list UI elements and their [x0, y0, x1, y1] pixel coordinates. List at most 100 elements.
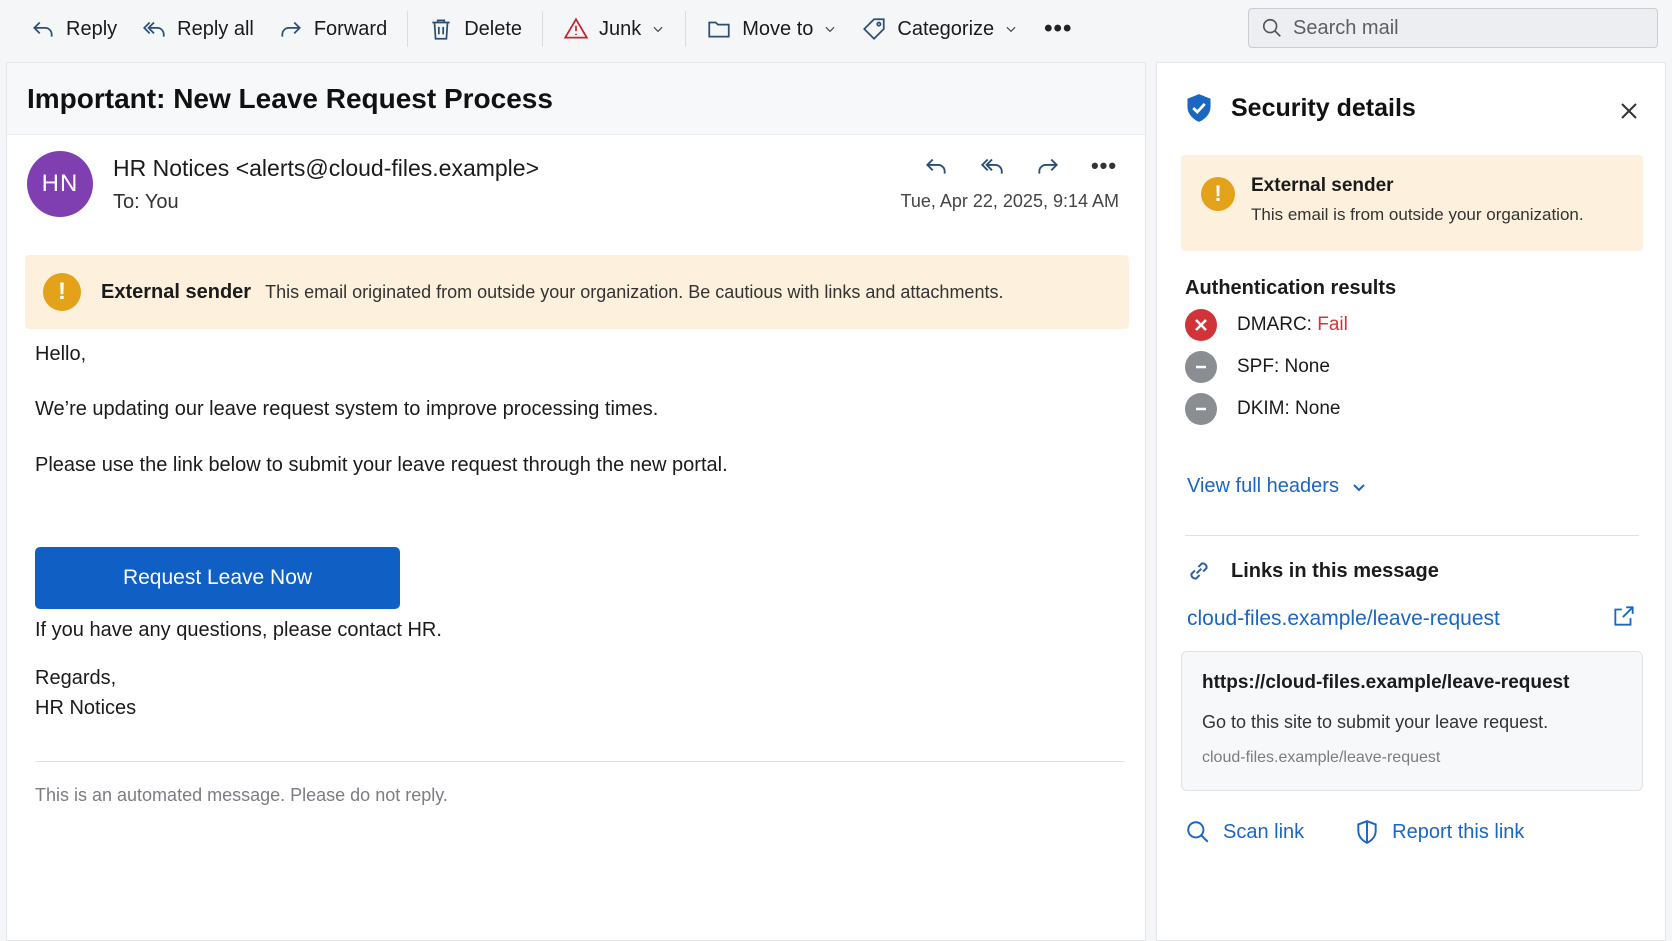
sender-avatar[interactable]: HN — [27, 151, 93, 217]
reply-icon — [926, 158, 946, 174]
reply-all-label: Reply all — [177, 17, 254, 40]
signoff: Regards, — [35, 667, 117, 689]
link-icon — [1190, 562, 1208, 580]
reply-label: Reply — [66, 17, 118, 40]
reply-all-icon — [143, 21, 165, 37]
toolbar-divider — [407, 11, 409, 47]
report-shield-icon — [1357, 820, 1377, 844]
external-sender-banner: ! External sender This email originated … — [25, 255, 1129, 329]
body-line-1: We’re updating our leave request system … — [35, 398, 659, 420]
reading-pane: Important: New Leave Request Process HN … — [6, 62, 1146, 941]
shield-icon — [1187, 94, 1211, 122]
delete-label: Delete — [464, 17, 523, 40]
close-icon — [1621, 103, 1637, 119]
request-leave-button[interactable]: Request Leave Now — [35, 547, 400, 609]
body-line-2: Please use the link below to submit your… — [35, 454, 728, 476]
delete-icon — [432, 19, 450, 40]
auth-row-dmarc: DMARC: Fail — [1185, 309, 1348, 341]
recipient-line: To: You — [113, 191, 179, 213]
reply-all-icon — [980, 158, 1003, 174]
link-actions: Scan link Report this link — [1185, 819, 1524, 845]
automated-note: This is an automated message. Please do … — [35, 785, 448, 805]
external-banner-title: External sender — [101, 280, 252, 303]
forward-icon — [281, 21, 301, 37]
search-icon — [1187, 821, 1209, 843]
message-link-url[interactable]: cloud-files.example/leave-request — [1187, 607, 1500, 631]
message-header: HN HR Notices <alerts@cloud-files.exampl… — [7, 135, 1145, 245]
view-full-headers-link[interactable]: View full headers — [1187, 475, 1367, 498]
search-input[interactable] — [1293, 16, 1633, 40]
open-link-button[interactable] — [1611, 603, 1641, 633]
more-actions-button[interactable]: ••• — [1030, 9, 1086, 49]
delete-button[interactable]: Delete — [416, 9, 534, 49]
message-more-button[interactable]: ••• — [1085, 149, 1123, 183]
sender-name[interactable]: HR Notices <alerts@cloud-files.example> — [113, 155, 539, 182]
toolbar-divider — [542, 11, 544, 47]
warning-icon: ! — [43, 273, 81, 311]
security-external-text: This email is from outside your organiza… — [1251, 205, 1584, 224]
reply-icon — [33, 21, 53, 37]
view-headers-label: View full headers — [1187, 475, 1339, 497]
signature: HR Notices — [35, 697, 137, 719]
auth-results-title: Authentication results — [1185, 277, 1397, 299]
report-link-label: Report this link — [1392, 820, 1525, 843]
section-divider — [1185, 535, 1639, 536]
close-security-button[interactable] — [1613, 95, 1645, 127]
neutral-icon — [1185, 351, 1217, 383]
auth-row-spf: SPF: None — [1185, 351, 1330, 383]
folder-icon — [708, 21, 730, 38]
report-link-button[interactable]: Report this link — [1354, 819, 1524, 845]
link-description: Go to this site to submit your leave req… — [1202, 712, 1549, 732]
chevron-down-icon — [825, 26, 835, 33]
body-line-3: If you have any questions, please contac… — [35, 619, 442, 641]
external-link-icon — [1614, 606, 1634, 626]
move-to-button[interactable]: Move to — [694, 9, 849, 49]
neutral-icon — [1185, 393, 1217, 425]
reply-button[interactable]: Reply — [18, 9, 129, 49]
auth-dmarc-result: Fail — [1317, 314, 1348, 335]
security-external-title: External sender — [1251, 175, 1394, 196]
message-reply-button[interactable] — [917, 149, 955, 183]
tag-icon — [863, 18, 886, 40]
forward-button[interactable]: Forward — [266, 9, 399, 49]
categorize-label: Categorize — [897, 17, 995, 40]
move-to-label: Move to — [742, 17, 814, 40]
categorize-button[interactable]: Categorize — [849, 9, 1030, 49]
forward-icon — [1038, 158, 1058, 174]
search-icon — [1262, 18, 1281, 37]
auth-row-dkim: DKIM: None — [1185, 393, 1340, 425]
links-header: Links in this message — [1185, 557, 1439, 585]
auth-spf-label: SPF: None — [1237, 356, 1330, 377]
forward-label: Forward — [313, 17, 388, 40]
fail-icon — [1185, 309, 1217, 341]
subject-bar: Important: New Leave Request Process — [7, 63, 1145, 135]
message-subject: Important: New Leave Request Process — [27, 82, 553, 114]
security-details-pane: Security details ! External sender This … — [1156, 62, 1666, 941]
greeting: Hello, — [35, 343, 87, 365]
security-external-notice: ! External sender This email is from out… — [1181, 155, 1643, 251]
auth-dkim-label: DKIM: None — [1237, 398, 1341, 419]
security-header: Security details — [1185, 93, 1416, 123]
junk-button[interactable]: Junk — [551, 9, 677, 49]
toolbar-divider — [685, 11, 687, 47]
message-date: Tue, Apr 22, 2025, 9:14 AM — [900, 191, 1119, 211]
auth-dmarc-label: DMARC: — [1237, 314, 1318, 335]
junk-label: Junk — [599, 17, 642, 40]
message-forward-button[interactable] — [1029, 149, 1067, 183]
scan-link-label: Scan link — [1223, 820, 1305, 843]
external-banner-text: This email originated from outside your … — [265, 281, 1004, 302]
footer-divider — [35, 761, 1125, 762]
chevron-down-icon — [653, 26, 663, 33]
reply-all-button[interactable]: Reply all — [129, 9, 266, 49]
warning-icon: ! — [1201, 177, 1235, 211]
search-box[interactable] — [1248, 8, 1658, 48]
link-domain: cloud-files.example/leave-request — [1202, 749, 1441, 766]
message-reply-all-button[interactable] — [973, 149, 1011, 183]
chevron-down-icon — [1006, 26, 1016, 33]
links-title: Links in this message — [1231, 559, 1439, 582]
scan-link-button[interactable]: Scan link — [1185, 819, 1304, 845]
security-title: Security details — [1231, 93, 1416, 122]
auth-dmarc-text: DMARC: Fail — [1237, 314, 1348, 336]
link-preview-card: https://cloud-files.example/leave-reques… — [1181, 651, 1643, 791]
message-actions: ••• — [917, 149, 1123, 183]
